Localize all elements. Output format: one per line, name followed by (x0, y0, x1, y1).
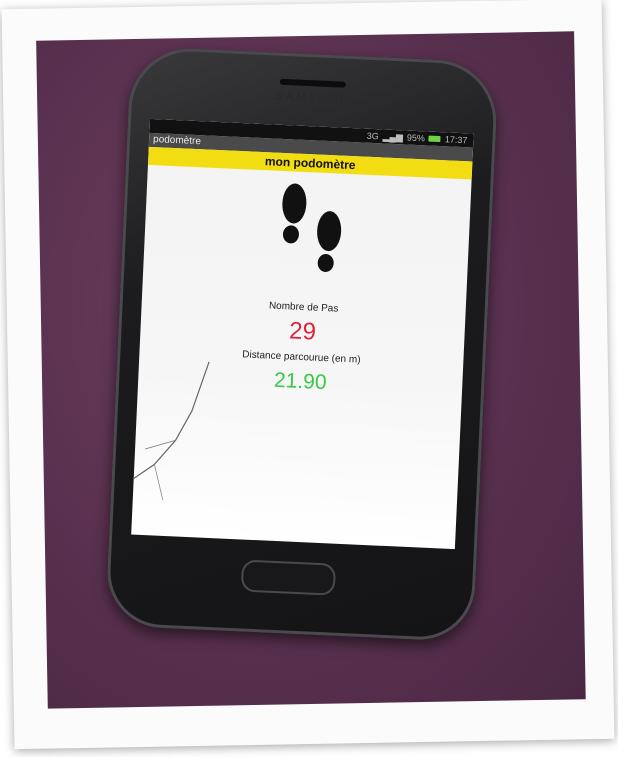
right-heel (317, 253, 334, 272)
network-indicator: 3G (366, 130, 379, 142)
footprints-icon (282, 183, 342, 272)
battery-icon (428, 135, 442, 143)
home-button[interactable] (240, 559, 337, 596)
right-sole (317, 211, 342, 252)
phone: SAMSUNG 3G ▂▄▆ 95% 17:37 podomètre mon p… (105, 45, 499, 643)
left-sole (282, 183, 307, 224)
clock: 17:37 (444, 134, 468, 146)
brand-label: SAMSUNG (275, 88, 352, 106)
distance-value: 21.90 (273, 368, 328, 395)
signal-icon: ▂▄▆ (382, 131, 404, 143)
left-heel (282, 225, 299, 244)
earpiece-speaker (279, 78, 346, 88)
phone-screen: 3G ▂▄▆ 95% 17:37 podomètre mon podomètre… (131, 118, 474, 550)
battery-percent: 95% (406, 132, 426, 144)
